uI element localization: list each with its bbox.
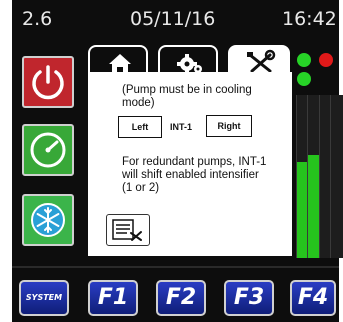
- list-settings-icon: [112, 219, 142, 241]
- cooling-mode-button[interactable]: [22, 194, 74, 246]
- tab-bar: [88, 45, 294, 75]
- status-date: 05/11/16: [130, 8, 216, 30]
- f4-label: F4: [297, 285, 329, 310]
- redundant-pumps-description: For redundant pumps, INT-1 will shift en…: [122, 156, 267, 194]
- gauge-button[interactable]: [22, 124, 74, 176]
- list-settings-button[interactable]: [106, 214, 150, 246]
- tab-tools[interactable]: [228, 45, 290, 75]
- status-led-red: [319, 53, 333, 67]
- f1-button[interactable]: F1: [88, 280, 138, 316]
- gauge-icon: [30, 132, 66, 168]
- system-label: SYSTEM: [25, 293, 63, 302]
- f1-label: F1: [97, 285, 129, 310]
- f3-label: F3: [233, 285, 265, 310]
- f2-button[interactable]: F2: [156, 280, 206, 316]
- hmi-screen: 2.6 05/11/16 16:42 (Pump must be in cool…: [12, 0, 343, 322]
- int-label: INT-1: [170, 122, 193, 132]
- cooling-mode-note: (Pump must be in cooling mode): [122, 84, 252, 109]
- f2-label: F2: [165, 285, 197, 310]
- snowflake-icon: [31, 203, 65, 237]
- power-button[interactable]: [22, 56, 74, 108]
- meter-4: [330, 95, 343, 258]
- f4-button[interactable]: F4: [290, 280, 336, 316]
- status-led-green-2: [297, 72, 311, 86]
- tab-settings[interactable]: [158, 45, 218, 75]
- left-button[interactable]: Left: [118, 116, 162, 138]
- status-time: 16:42: [282, 8, 337, 30]
- service-panel: (Pump must be in cooling mode) Left INT-…: [88, 72, 292, 256]
- divider: [12, 266, 339, 268]
- tab-home[interactable]: [88, 45, 148, 75]
- status-bar: 2.6 05/11/16 16:42: [12, 8, 339, 34]
- f3-button[interactable]: F3: [224, 280, 274, 316]
- system-button[interactable]: SYSTEM: [19, 280, 69, 316]
- right-button[interactable]: Right: [206, 115, 252, 137]
- status-led-green: [297, 53, 311, 67]
- status-value: 2.6: [22, 8, 53, 30]
- power-icon: [32, 65, 64, 100]
